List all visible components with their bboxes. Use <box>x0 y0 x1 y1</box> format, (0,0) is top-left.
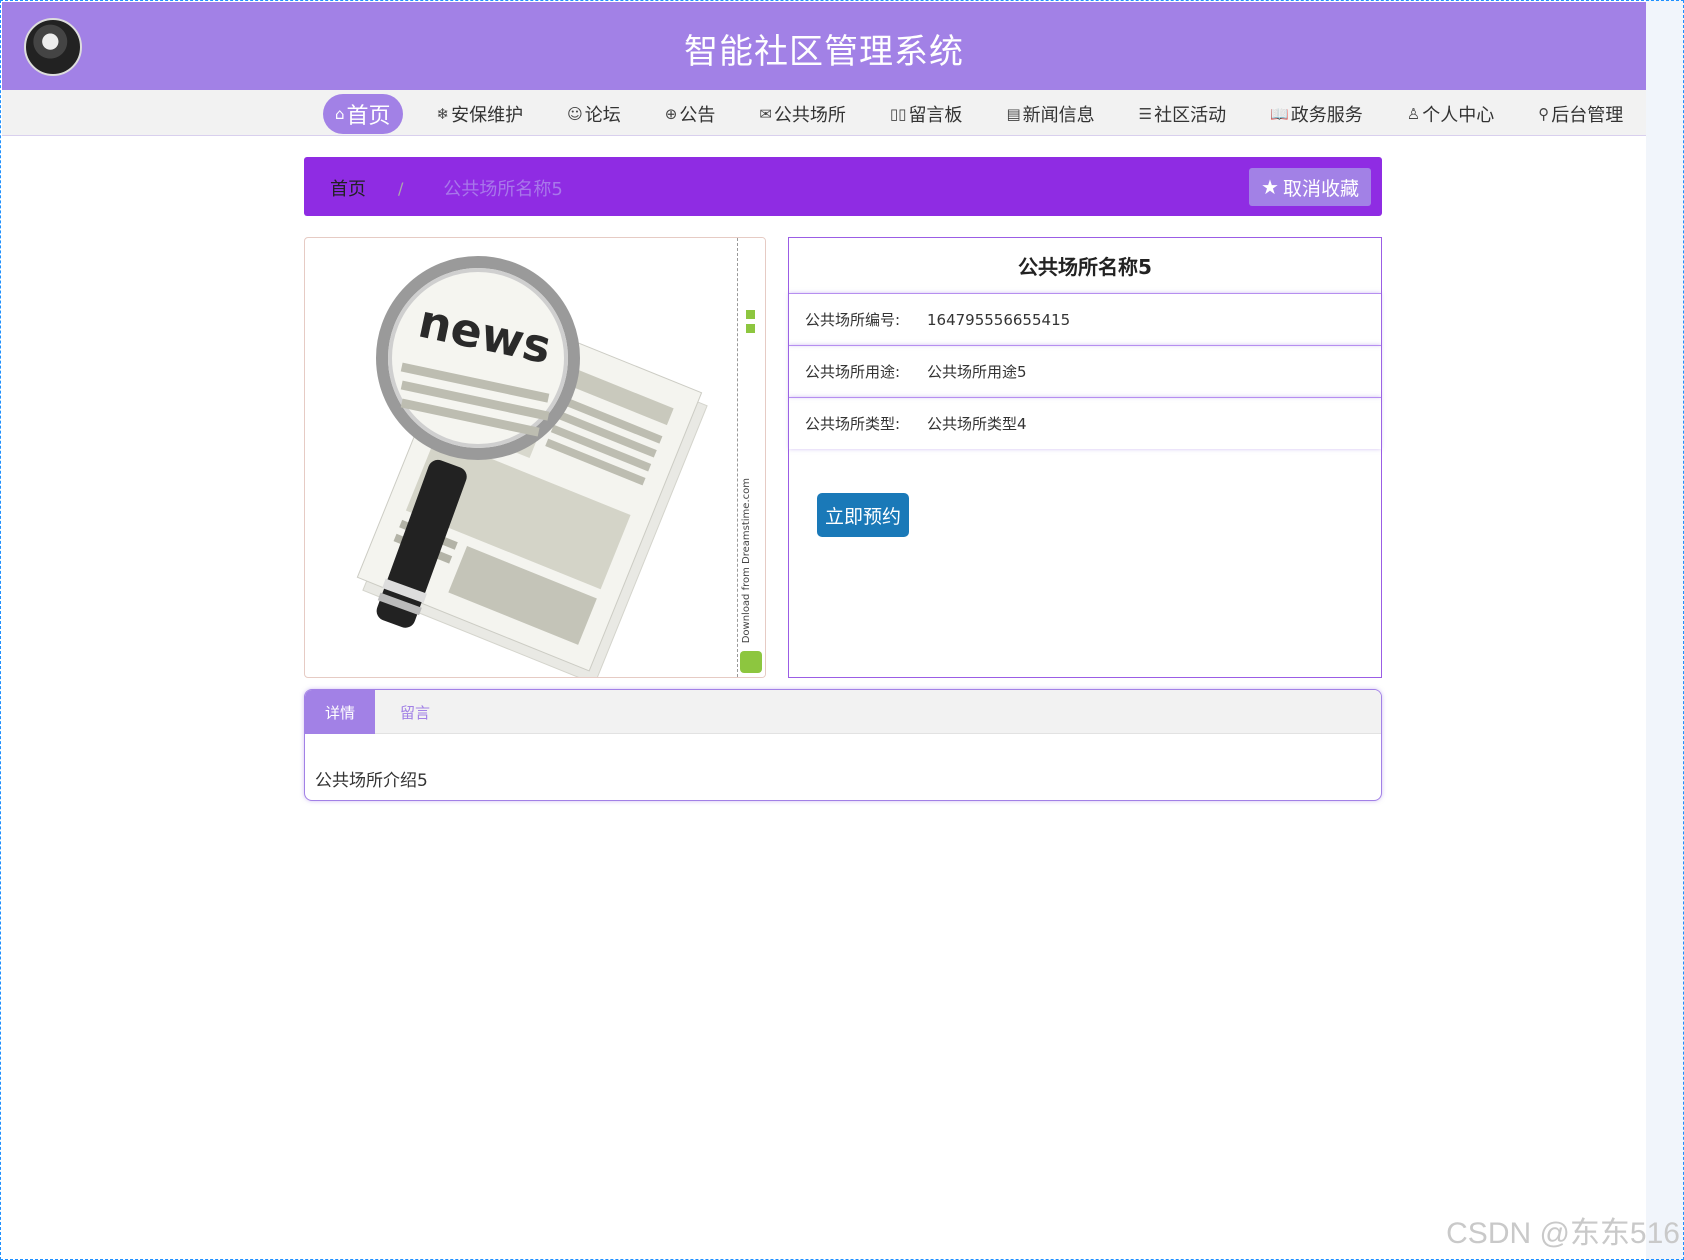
watermark: CSDN @东东516 <box>1446 1217 1680 1250</box>
nav-item-label: 社区活动 <box>1154 105 1227 126</box>
newspaper-icon: ▤ <box>1006 105 1021 123</box>
book-now-button[interactable]: 立即预约 <box>817 493 909 537</box>
nav-item-home[interactable]: ⌂ 首页 <box>323 94 403 134</box>
tab-bar: 详情 留言 <box>305 690 1381 734</box>
dreamstime-logo-icon <box>740 651 762 673</box>
detail-row: 公共场所编号: 164795556655415 <box>789 293 1381 345</box>
image-stock-strip: Download from Dreamstime.com <box>737 238 765 677</box>
unfavorite-label: 取消收藏 <box>1282 177 1359 200</box>
nav-item-label: 公共场所 <box>773 105 846 126</box>
nav-item-label: 首页 <box>346 104 391 129</box>
nav-item-label: 新闻信息 <box>1022 105 1095 126</box>
row-value: 公共场所用途5 <box>927 363 1027 381</box>
place-title: 公共场所名称5 <box>1018 255 1152 279</box>
row-value: 164795556655415 <box>927 310 1071 329</box>
nav-item-notice[interactable]: ⊕ 公告 <box>655 94 726 134</box>
nav-item-message-board[interactable]: ▯▯ 留言板 <box>880 94 973 134</box>
nav-item-public-places[interactable]: ✉ 公共场所 <box>749 94 856 134</box>
nav-item-news[interactable]: ▤ 新闻信息 <box>996 94 1104 134</box>
main-nav: ⌂ 首页 ❄ 安保维护 ☺ 论坛 ⊕ 公告 ✉ 公共场所 ▯▯ 留言板 ▤ 新闻信息 ☰ 社区活… <box>2 90 1646 136</box>
row-label: 公共场所类型: <box>805 415 901 433</box>
sliders-icon: ☰ <box>1138 105 1153 123</box>
snowflake-icon: ❄ <box>436 105 450 123</box>
home-icon: ⌂ <box>335 105 345 123</box>
place-detail-card: 公共场所名称5 公共场所编号: 164795556655415 公共场所用途: … <box>788 237 1382 678</box>
row-value: 公共场所类型4 <box>927 415 1027 433</box>
nav-item-label: 公告 <box>679 105 716 126</box>
nav-item-label: 论坛 <box>584 105 621 126</box>
tabs-card: 详情 留言 公共场所介绍5 <box>304 689 1382 801</box>
strip-marker <box>746 324 755 333</box>
nav-item-label: 个人中心 <box>1422 105 1495 126</box>
nav-item-gov-services[interactable]: 📖 政务服务 <box>1260 94 1373 134</box>
detail-row: 公共场所类型: 公共场所类型4 <box>789 397 1381 449</box>
tab-details[interactable]: 详情 <box>305 690 375 734</box>
star-icon: ★ <box>1261 175 1279 199</box>
news-magnifier-illustration: news <box>356 256 708 677</box>
nav-item-label: 安保维护 <box>451 105 524 126</box>
strip-marker <box>746 310 755 319</box>
nav-item-label: 后台管理 <box>1551 105 1624 126</box>
site-title: 智能社区管理系统 <box>684 32 964 72</box>
breadcrumb-separator: / <box>398 178 404 198</box>
nav-item-label: 留言板 <box>908 105 963 126</box>
site-header: 智能社区管理系统 <box>2 2 1646 90</box>
breadcrumb-home[interactable]: 首页 <box>330 175 366 201</box>
detail-row: 公共场所用途: 公共场所用途5 <box>789 345 1381 397</box>
breadcrumb-current: 公共场所名称5 <box>443 179 563 200</box>
breadcrumb: 首页 / 公共场所名称5 <box>330 175 563 201</box>
row-label: 公共场所用途: <box>805 363 901 381</box>
tab-content: 公共场所介绍5 <box>315 771 428 791</box>
tab-comments[interactable]: 留言 <box>375 690 455 734</box>
globe-icon: ⊕ <box>664 105 678 123</box>
link-icon: ⚲ <box>1538 105 1550 123</box>
nav-item-label: 政务服务 <box>1290 105 1363 126</box>
row-label: 公共场所编号: <box>805 311 901 329</box>
nav-item-profile[interactable]: ♙ 个人中心 <box>1397 94 1504 134</box>
nav-item-admin[interactable]: ⚲ 后台管理 <box>1528 94 1633 134</box>
place-image: news Download from Dreamstime.com <box>304 237 766 678</box>
nav-item-activities[interactable]: ☰ 社区活动 <box>1129 94 1236 134</box>
columns-icon: ▯▯ <box>889 105 907 123</box>
strip-caption: Download from Dreamstime.com <box>741 477 752 643</box>
unfavorite-button[interactable]: ★ 取消收藏 <box>1249 168 1371 206</box>
book-icon: 📖 <box>1270 105 1289 123</box>
breadcrumb-bar: 首页 / 公共场所名称5 ★ 取消收藏 <box>304 157 1382 216</box>
nav-item-forum[interactable]: ☺ 论坛 <box>557 94 631 134</box>
window-edge <box>1646 0 1684 1260</box>
nav-item-security[interactable]: ❄ 安保维护 <box>427 94 534 134</box>
person-icon: ♙ <box>1406 105 1421 123</box>
mail-icon: ✉ <box>759 105 772 123</box>
palette-icon: ☺ <box>567 105 583 123</box>
